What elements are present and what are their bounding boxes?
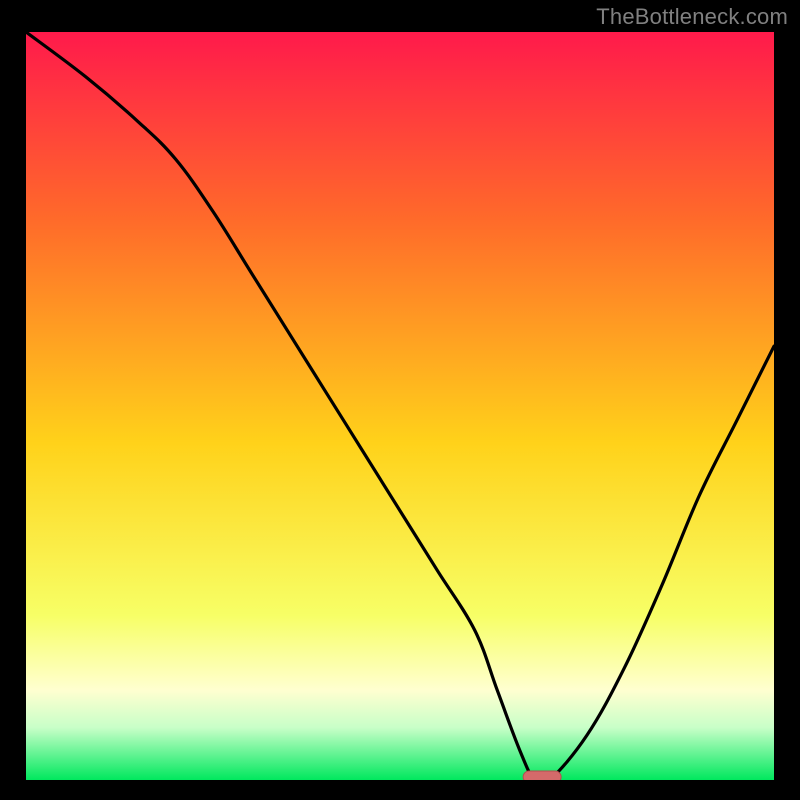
plot-area (26, 32, 774, 780)
chart-frame: TheBottleneck.com (0, 0, 800, 800)
optimal-marker (523, 771, 561, 780)
watermark-label: TheBottleneck.com (596, 4, 788, 30)
bottleneck-chart (26, 32, 774, 780)
gradient-background (26, 32, 774, 780)
